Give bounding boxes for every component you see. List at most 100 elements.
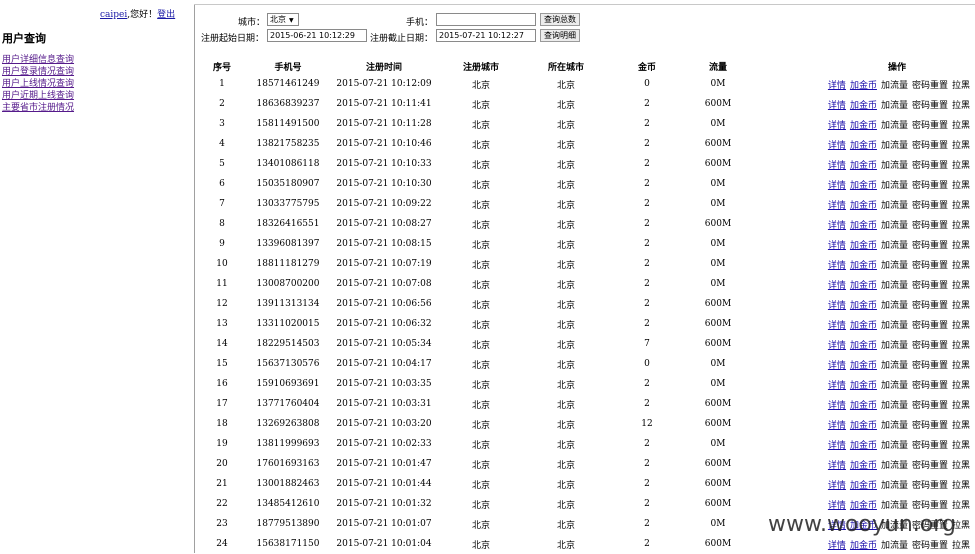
add-traffic-link[interactable]: 加流量 [881, 261, 908, 271]
add-coins-link[interactable]: 加金币 [850, 221, 877, 231]
reset-password-link[interactable]: 密码重置 [912, 541, 948, 551]
blacklist-link[interactable]: 拉黑 [952, 301, 970, 311]
detail-link[interactable]: 详情 [828, 261, 846, 271]
detail-link[interactable]: 详情 [828, 141, 846, 151]
phone-input[interactable] [436, 13, 536, 26]
add-traffic-link[interactable]: 加流量 [881, 221, 908, 231]
blacklist-link[interactable]: 拉黑 [952, 221, 970, 231]
detail-link[interactable]: 详情 [828, 81, 846, 91]
reset-password-link[interactable]: 密码重置 [912, 361, 948, 371]
reset-password-link[interactable]: 密码重置 [912, 221, 948, 231]
menu-item-online-status[interactable]: 用户上线情况查询 [2, 79, 74, 89]
reset-password-link[interactable]: 密码重置 [912, 301, 948, 311]
add-coins-link[interactable]: 加金币 [850, 361, 877, 371]
add-coins-link[interactable]: 加金币 [850, 441, 877, 451]
add-coins-link[interactable]: 加金币 [850, 401, 877, 411]
add-coins-link[interactable]: 加金币 [850, 281, 877, 291]
search-detail-button[interactable]: 查询明细 [540, 29, 580, 42]
detail-link[interactable]: 详情 [828, 361, 846, 371]
add-traffic-link[interactable]: 加流量 [881, 161, 908, 171]
add-coins-link[interactable]: 加金币 [850, 421, 877, 431]
blacklist-link[interactable]: 拉黑 [952, 181, 970, 191]
add-traffic-link[interactable]: 加流量 [881, 241, 908, 251]
blacklist-link[interactable]: 拉黑 [952, 81, 970, 91]
add-coins-link[interactable]: 加金币 [850, 381, 877, 391]
detail-link[interactable]: 详情 [828, 241, 846, 251]
reset-password-link[interactable]: 密码重置 [912, 321, 948, 331]
blacklist-link[interactable]: 拉黑 [952, 481, 970, 491]
detail-link[interactable]: 详情 [828, 221, 846, 231]
reset-password-link[interactable]: 密码重置 [912, 201, 948, 211]
add-traffic-link[interactable]: 加流量 [881, 501, 908, 511]
blacklist-link[interactable]: 拉黑 [952, 281, 970, 291]
detail-link[interactable]: 详情 [828, 341, 846, 351]
blacklist-link[interactable]: 拉黑 [952, 101, 970, 111]
reset-password-link[interactable]: 密码重置 [912, 461, 948, 471]
add-coins-link[interactable]: 加金币 [850, 341, 877, 351]
blacklist-link[interactable]: 拉黑 [952, 341, 970, 351]
search-total-button[interactable]: 查询总数 [540, 13, 580, 26]
detail-link[interactable]: 详情 [828, 321, 846, 331]
add-coins-link[interactable]: 加金币 [850, 101, 877, 111]
reset-password-link[interactable]: 密码重置 [912, 481, 948, 491]
reset-password-link[interactable]: 密码重置 [912, 241, 948, 251]
detail-link[interactable]: 详情 [828, 481, 846, 491]
blacklist-link[interactable]: 拉黑 [952, 141, 970, 151]
add-traffic-link[interactable]: 加流量 [881, 401, 908, 411]
add-traffic-link[interactable]: 加流量 [881, 321, 908, 331]
reset-password-link[interactable]: 密码重置 [912, 181, 948, 191]
reset-password-link[interactable]: 密码重置 [912, 261, 948, 271]
add-traffic-link[interactable]: 加流量 [881, 461, 908, 471]
reset-password-link[interactable]: 密码重置 [912, 401, 948, 411]
add-traffic-link[interactable]: 加流量 [881, 101, 908, 111]
blacklist-link[interactable]: 拉黑 [952, 261, 970, 271]
blacklist-link[interactable]: 拉黑 [952, 441, 970, 451]
add-traffic-link[interactable]: 加流量 [881, 201, 908, 211]
add-coins-link[interactable]: 加金币 [850, 301, 877, 311]
detail-link[interactable]: 详情 [828, 101, 846, 111]
detail-link[interactable]: 详情 [828, 181, 846, 191]
add-traffic-link[interactable]: 加流量 [881, 141, 908, 151]
blacklist-link[interactable]: 拉黑 [952, 401, 970, 411]
add-traffic-link[interactable]: 加流量 [881, 441, 908, 451]
reset-password-link[interactable]: 密码重置 [912, 121, 948, 131]
add-coins-link[interactable]: 加金币 [850, 201, 877, 211]
reset-password-link[interactable]: 密码重置 [912, 161, 948, 171]
add-coins-link[interactable]: 加金币 [850, 141, 877, 151]
detail-link[interactable]: 详情 [828, 281, 846, 291]
reset-password-link[interactable]: 密码重置 [912, 421, 948, 431]
blacklist-link[interactable]: 拉黑 [952, 421, 970, 431]
blacklist-link[interactable]: 拉黑 [952, 321, 970, 331]
add-coins-link[interactable]: 加金币 [850, 121, 877, 131]
add-traffic-link[interactable]: 加流量 [881, 341, 908, 351]
add-traffic-link[interactable]: 加流量 [881, 81, 908, 91]
reset-password-link[interactable]: 密码重置 [912, 81, 948, 91]
add-traffic-link[interactable]: 加流量 [881, 301, 908, 311]
detail-link[interactable]: 详情 [828, 301, 846, 311]
detail-link[interactable]: 详情 [828, 201, 846, 211]
detail-link[interactable]: 详情 [828, 161, 846, 171]
add-coins-link[interactable]: 加金币 [850, 461, 877, 471]
start-date-input[interactable]: 2015-06-21 10:12:29 [267, 29, 367, 42]
username-link[interactable]: caipei [100, 10, 127, 20]
reset-password-link[interactable]: 密码重置 [912, 441, 948, 451]
detail-link[interactable]: 详情 [828, 121, 846, 131]
reset-password-link[interactable]: 密码重置 [912, 501, 948, 511]
blacklist-link[interactable]: 拉黑 [952, 381, 970, 391]
menu-item-login-status[interactable]: 用户登录情况查询 [2, 67, 74, 77]
blacklist-link[interactable]: 拉黑 [952, 501, 970, 511]
blacklist-link[interactable]: 拉黑 [952, 541, 970, 551]
add-coins-link[interactable]: 加金币 [850, 481, 877, 491]
blacklist-link[interactable]: 拉黑 [952, 461, 970, 471]
add-traffic-link[interactable]: 加流量 [881, 181, 908, 191]
add-coins-link[interactable]: 加金币 [850, 261, 877, 271]
add-traffic-link[interactable]: 加流量 [881, 281, 908, 291]
city-select[interactable]: 北京 ▼ [267, 13, 299, 26]
logout-link[interactable]: 登出 [157, 10, 175, 20]
reset-password-link[interactable]: 密码重置 [912, 281, 948, 291]
reset-password-link[interactable]: 密码重置 [912, 141, 948, 151]
menu-item-recent-online[interactable]: 用户近期上线查询 [2, 91, 74, 101]
detail-link[interactable]: 详情 [828, 421, 846, 431]
detail-link[interactable]: 详情 [828, 541, 846, 551]
detail-link[interactable]: 详情 [828, 401, 846, 411]
